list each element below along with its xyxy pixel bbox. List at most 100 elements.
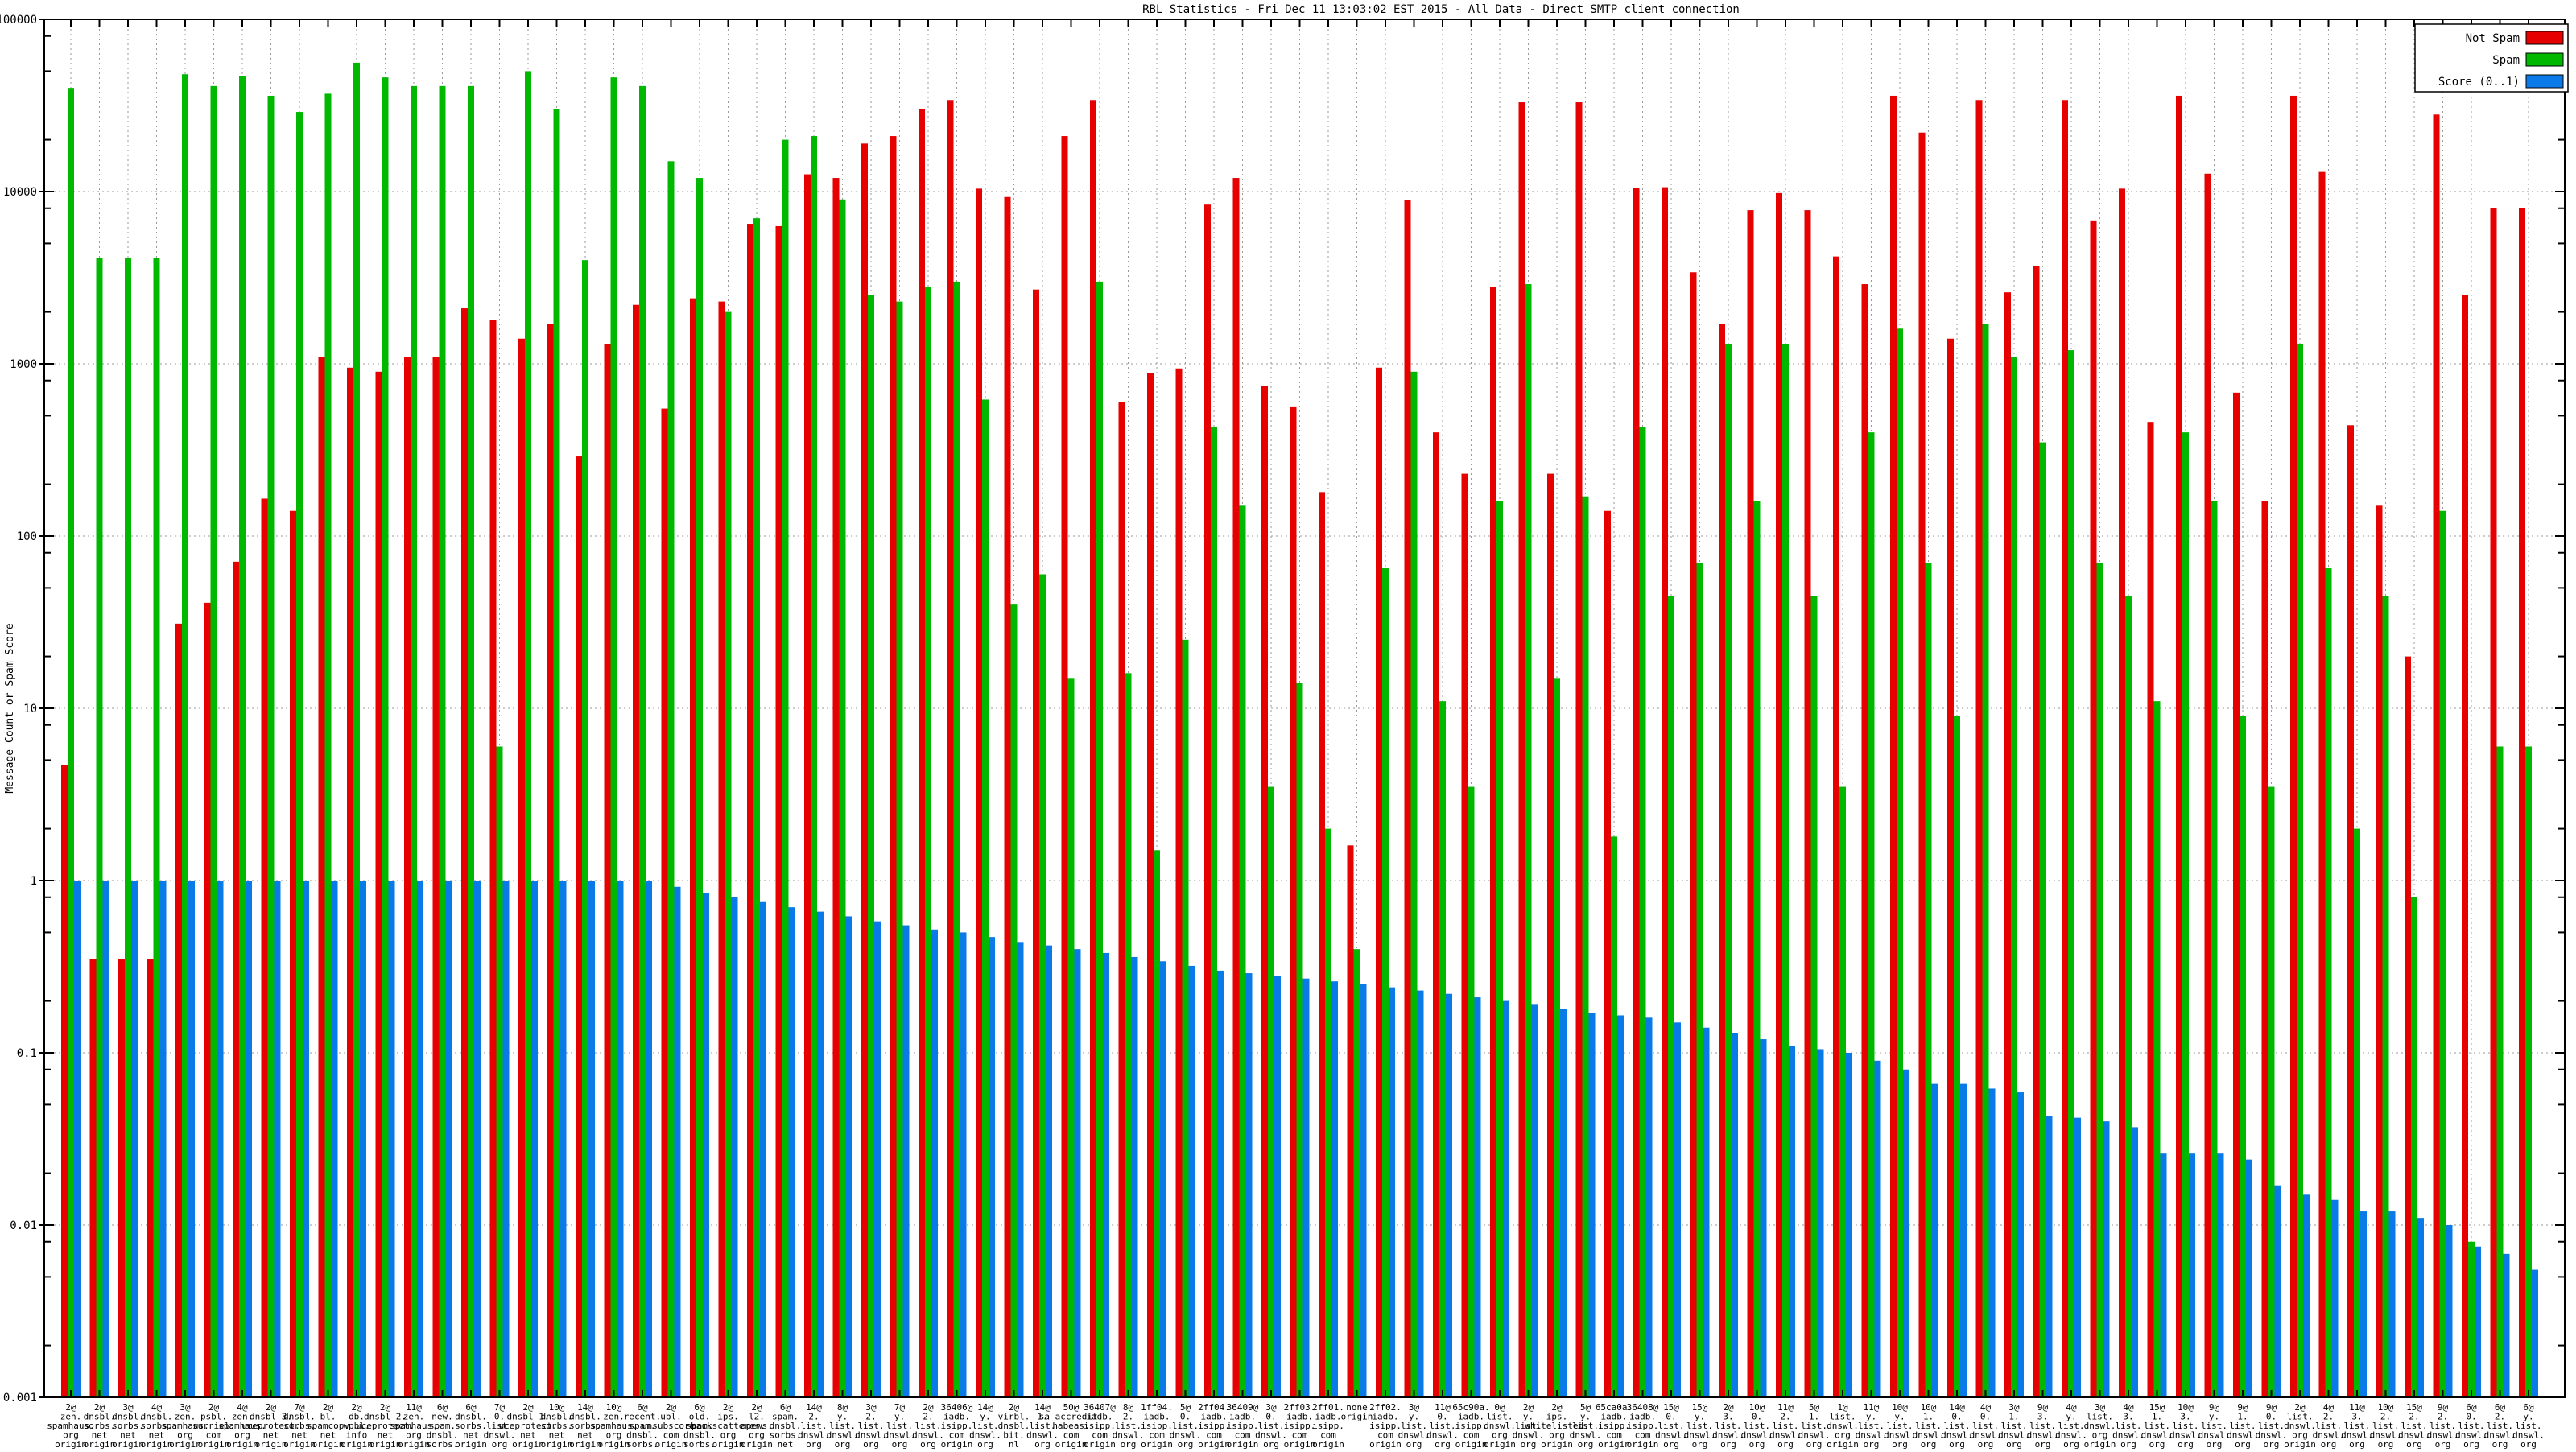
x-tick-label: 4@0.list.dnswl.orgorigin bbox=[1970, 1402, 2002, 1449]
bar-spam bbox=[1725, 344, 1732, 1398]
bar-not-spam bbox=[261, 498, 268, 1397]
x-tick-label: 15@0.list.dnswl.orgorigin bbox=[1655, 1402, 1687, 1449]
bar-score bbox=[2417, 1218, 2424, 1397]
bar-score bbox=[1645, 1017, 1653, 1397]
bar-not-spam bbox=[890, 136, 897, 1398]
bar-spam bbox=[1154, 850, 1160, 1397]
bar-spam bbox=[2439, 510, 2446, 1398]
bar-spam bbox=[639, 85, 646, 1397]
bar-not-spam bbox=[147, 959, 154, 1397]
bar-score bbox=[674, 886, 681, 1397]
bar-spam bbox=[782, 139, 789, 1397]
bar-not-spam bbox=[118, 959, 125, 1397]
y-tick-label: 100 bbox=[17, 530, 37, 543]
x-tick-label: 4@y.list.dnswl.orgorigin bbox=[2055, 1402, 2087, 1449]
bar-score bbox=[1674, 1022, 1681, 1397]
bar-spam bbox=[839, 199, 846, 1397]
bar-spam bbox=[724, 311, 732, 1397]
bar-spam bbox=[2354, 828, 2360, 1397]
bar-score bbox=[588, 881, 595, 1397]
bar-not-spam bbox=[2062, 100, 2068, 1397]
bar-spam bbox=[2325, 568, 2332, 1397]
bar-not-spam bbox=[375, 371, 382, 1397]
bar-score bbox=[217, 881, 224, 1397]
x-tick-label: 10@3.list.dnswl.orgorigin bbox=[2169, 1402, 2202, 1449]
bar-score bbox=[1732, 1033, 1738, 1397]
x-tick-label: 3@1.list.dnswl.orgorigin bbox=[1998, 1402, 2030, 1449]
x-tick-label: 2ff01. iadb. isipp. com origin bbox=[1312, 1402, 1344, 1449]
rbl-statistics-chart-page: RBL Statistics - Fri Dec 11 13:03:02 EST… bbox=[0, 0, 2576, 1452]
x-tick-label: 36407@ iadb. isipp. com origin bbox=[1084, 1402, 1116, 1449]
bar-spam bbox=[1639, 427, 1646, 1397]
x-tick-label: 2@virbl.dnsbl.bit.nlorigin bbox=[998, 1402, 1030, 1449]
bar-spam bbox=[1211, 427, 1217, 1397]
bar-not-spam bbox=[2376, 505, 2383, 1398]
bar-spam bbox=[1753, 501, 1761, 1397]
bar-not-spam bbox=[747, 224, 753, 1398]
bar-spam bbox=[68, 88, 74, 1397]
bar-score bbox=[1331, 981, 1338, 1397]
x-tick-label: 14@2.list.dnswl.orgorigin bbox=[798, 1402, 830, 1449]
bar-score bbox=[845, 916, 852, 1397]
bar-score bbox=[760, 901, 766, 1397]
bar-score bbox=[159, 881, 167, 1397]
bar-score bbox=[2503, 1253, 2510, 1397]
x-tick-label: 9@3.list.dnswl.orgorigin bbox=[2027, 1402, 2059, 1449]
legend-swatch bbox=[2525, 74, 2564, 89]
bar-spam bbox=[1897, 328, 1903, 1397]
x-tick-label: 4@2.list.dnswl.orgorigin bbox=[2313, 1402, 2345, 1449]
bar-score bbox=[1903, 1069, 1909, 1397]
bar-score bbox=[246, 881, 252, 1397]
bar-score bbox=[331, 881, 338, 1397]
bar-spam bbox=[2297, 344, 2303, 1398]
x-tick-label: 8@2.list.dnswl.orgorigin bbox=[1113, 1402, 1145, 1449]
bar-spam bbox=[324, 93, 332, 1398]
x-tick-labels: 2@ zen. spamhaus. org origin2@ dnsbl. sorbs. ne… bbox=[47, 1402, 2545, 1452]
bar-not-spam bbox=[1175, 368, 1183, 1398]
bar-spam bbox=[353, 62, 360, 1397]
bar-score bbox=[1074, 949, 1081, 1397]
bar-not-spam bbox=[633, 304, 639, 1397]
x-tick-label: 4@3.list.dnswl.orgorigin bbox=[2112, 1402, 2145, 1449]
bar-spam bbox=[496, 746, 503, 1397]
bar-score bbox=[817, 911, 824, 1397]
bar-score bbox=[1588, 1013, 1596, 1397]
bar-spam bbox=[1954, 716, 1960, 1397]
bar-score bbox=[902, 925, 910, 1397]
x-tick-label: 2@3.list.dnswl.orgorigin bbox=[1712, 1402, 1744, 1449]
x-tick-label: 15@2.list.dnswl.orgorigin bbox=[2398, 1402, 2430, 1449]
bar-spam bbox=[1810, 596, 1818, 1397]
y-tick-label: 100000 bbox=[0, 14, 37, 27]
bar-score bbox=[131, 881, 138, 1397]
bar-spam bbox=[1611, 836, 1617, 1397]
bar-spam bbox=[2411, 897, 2417, 1397]
bar-score bbox=[2217, 1153, 2224, 1397]
x-tick-label: 7@y.list.dnswl.orgorigin bbox=[884, 1402, 916, 1449]
x-tick-label: 6@ dnsbl. sorbs. net origin bbox=[455, 1402, 487, 1449]
bar-spam bbox=[610, 77, 617, 1398]
bar-not-spam bbox=[1404, 200, 1411, 1397]
bar-not-spam bbox=[1261, 386, 1268, 1398]
bar-spam bbox=[753, 218, 760, 1397]
bar-spam bbox=[582, 260, 588, 1397]
bar-score bbox=[1446, 993, 1452, 1397]
bar-score bbox=[74, 881, 80, 1397]
bar-not-spam bbox=[347, 367, 353, 1398]
bar-not-spam bbox=[976, 188, 982, 1397]
x-tick-label: 3@y.list.dnswl.orgorigin bbox=[1398, 1402, 1430, 1449]
bar-score bbox=[1988, 1088, 1996, 1397]
bar-not-spam bbox=[775, 225, 782, 1397]
x-tick-label: 10@ dnsbl. sorbs. net origin bbox=[541, 1402, 573, 1449]
bar-spam bbox=[1410, 371, 1418, 1397]
bar-score bbox=[2046, 1116, 2053, 1397]
bar-spam bbox=[2153, 701, 2161, 1397]
chart-canvas: RBL Statistics - Fri Dec 11 13:03:02 EST… bbox=[0, 3, 2569, 1452]
x-tick-label: 3@0.list.dnswl.orgorigin bbox=[1255, 1402, 1287, 1449]
bar-spam bbox=[1839, 786, 1846, 1397]
bar-score bbox=[1188, 965, 1195, 1397]
bar-score bbox=[2132, 1127, 2138, 1397]
bar-spam bbox=[982, 399, 989, 1397]
bar-not-spam bbox=[1433, 432, 1439, 1397]
bar-spam bbox=[2268, 786, 2275, 1397]
bar-not-spam bbox=[861, 143, 868, 1398]
